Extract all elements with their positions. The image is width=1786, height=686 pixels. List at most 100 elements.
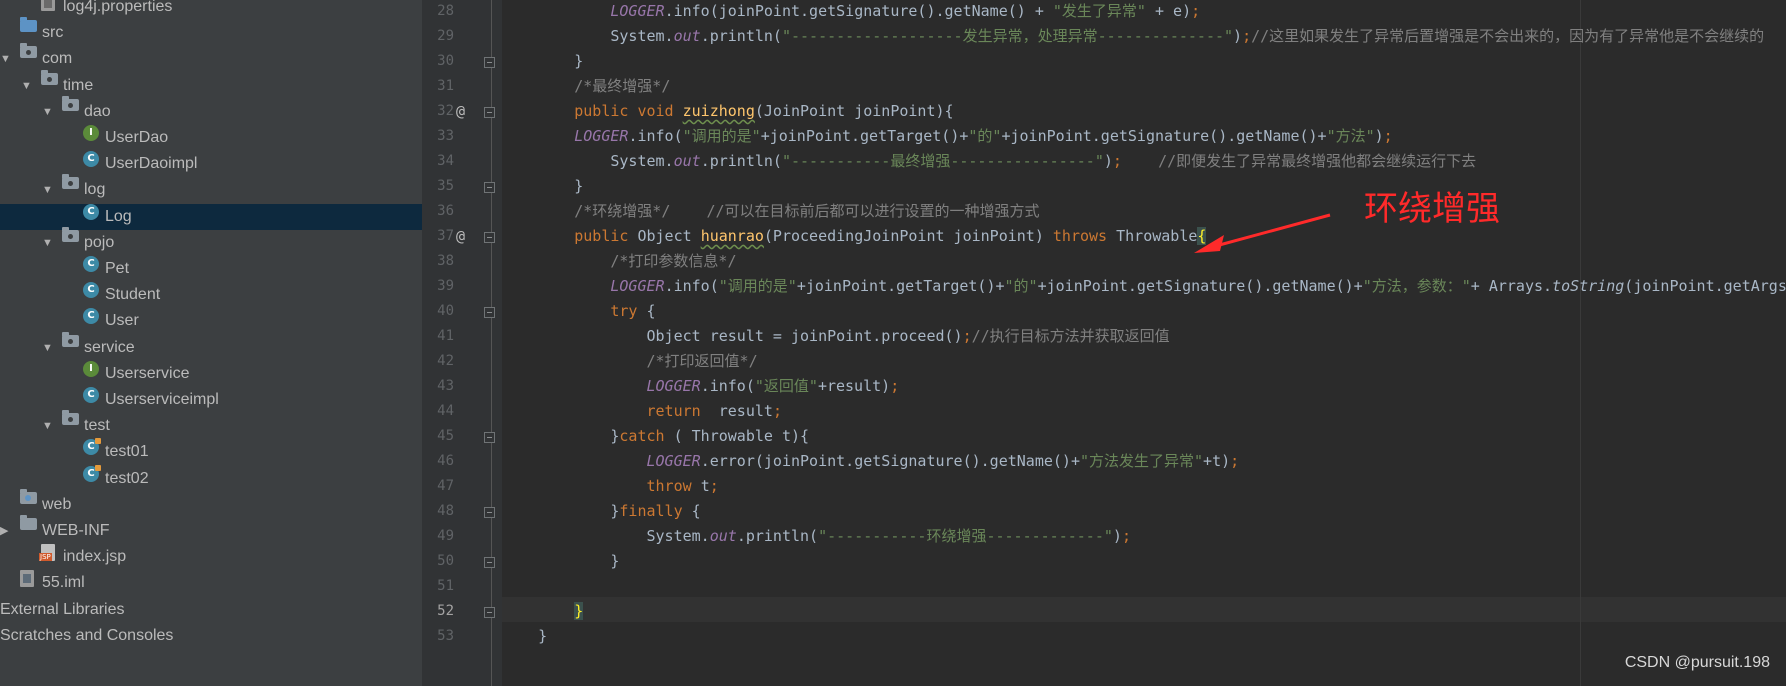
tree-item-55-iml[interactable]: 55.iml: [0, 570, 422, 596]
expand-arrow-icon[interactable]: ▼: [42, 413, 53, 439]
line-number: 44: [437, 403, 454, 419]
tree-item-label: time: [63, 76, 94, 94]
tree-item-src[interactable]: src: [0, 17, 422, 46]
code-line[interactable]: System.out.println("-----------环绕增强-----…: [502, 524, 1130, 549]
tree-item-label: External Libraries: [0, 600, 125, 618]
expand-arrow-icon[interactable]: ▼: [42, 335, 53, 361]
code-token: .info(: [628, 127, 683, 145]
code-token: LOGGER: [502, 377, 701, 395]
code-line[interactable]: System.out.println("-------------------发…: [502, 24, 1764, 49]
line-number: 39: [437, 278, 454, 294]
tree-item-user[interactable]: C User: [0, 308, 422, 334]
tree-item-pojo[interactable]: ▼ pojo: [0, 226, 422, 256]
code-line[interactable]: LOGGER.info("调用的是"+joinPoint.getTarget()…: [502, 274, 1786, 299]
code-line[interactable]: LOGGER.info(joinPoint.getSignature().get…: [502, 0, 1200, 24]
tree-item-scratches-and-consoles[interactable]: Scratches and Consoles: [0, 623, 422, 649]
code-token: ;: [1112, 152, 1122, 170]
annotation-marker-icon[interactable]: @: [456, 99, 465, 124]
code-token: finally: [619, 502, 692, 520]
code-token: }: [502, 427, 620, 445]
code-line[interactable]: }: [502, 174, 583, 199]
tree-item-userserviceimpl[interactable]: C Userserviceimpl: [0, 387, 422, 413]
fold-marker-icon[interactable]: [484, 607, 495, 618]
code-line[interactable]: }finally {: [502, 499, 700, 524]
watermark: CSDN @pursuit.198: [1624, 654, 1770, 671]
tree-item-student[interactable]: C Student: [0, 282, 422, 308]
code-line[interactable]: }: [502, 624, 547, 649]
fold-marker-icon[interactable]: [484, 507, 495, 518]
gutter-separator: [491, 0, 492, 686]
tree-item-log[interactable]: ▼ log: [0, 174, 422, 203]
code-line[interactable]: }: [502, 599, 584, 624]
code-token: ): [1103, 152, 1113, 170]
tree-item-pet[interactable]: C Pet: [0, 256, 422, 282]
tree-item-userservice[interactable]: I Userservice: [0, 360, 422, 387]
line-number: 32: [437, 103, 454, 119]
fold-marker-icon[interactable]: [484, 307, 495, 318]
expand-arrow-icon[interactable]: ▼: [42, 177, 53, 203]
collapse-arrow-icon[interactable]: ▶: [0, 518, 8, 544]
code-token: throws: [1052, 227, 1117, 245]
code-line[interactable]: }: [502, 549, 619, 574]
code-line[interactable]: LOGGER.info("返回值"+result);: [502, 374, 899, 399]
tree-item-label: Scratches and Consoles: [0, 626, 174, 644]
tree-item-dao[interactable]: ▼ dao: [0, 95, 422, 125]
fold-marker-icon[interactable]: [484, 182, 495, 193]
code-line[interactable]: return result;: [502, 399, 781, 424]
tree-item-time[interactable]: ▼ time: [0, 69, 422, 99]
tree-item-log[interactable]: C Log: [0, 203, 422, 230]
tree-item-service[interactable]: ▼ service: [0, 331, 422, 361]
expand-arrow-icon[interactable]: ▼: [42, 230, 53, 256]
fold-marker-icon[interactable]: [484, 557, 495, 568]
code-line[interactable]: LOGGER.info("调用的是"+joinPoint.getTarget()…: [502, 124, 1392, 149]
code-token: }: [502, 502, 620, 520]
code-line[interactable]: }catch ( Throwable t){: [502, 424, 809, 449]
code-line[interactable]: LOGGER.error(joinPoint.getSignature().ge…: [502, 449, 1239, 474]
code-line[interactable]: try {: [502, 299, 655, 324]
code-token: /*打印返回值*/: [502, 352, 758, 370]
code-line[interactable]: /*打印返回值*/: [502, 349, 758, 374]
fold-marker-icon[interactable]: [484, 432, 495, 443]
code-line[interactable]: public Object huanrao(ProceedingJoinPoin…: [502, 224, 1207, 249]
annotation-marker-icon[interactable]: @: [456, 224, 465, 249]
code-line[interactable]: Object result = joinPoint.proceed();//执行…: [502, 324, 1169, 349]
tree-item-index-jsp[interactable]: index.jsp: [0, 544, 422, 570]
code-token: }: [502, 177, 584, 195]
fold-marker-icon[interactable]: [484, 107, 495, 118]
expand-arrow-icon[interactable]: ▼: [0, 46, 11, 72]
tree-item-test01[interactable]: Ctest01: [0, 438, 422, 465]
tree-item-test02[interactable]: Ctest02: [0, 464, 422, 492]
iml-file-icon: [20, 570, 34, 588]
tree-item-external-libraries[interactable]: External Libraries: [0, 597, 422, 623]
tree-item-userdao[interactable]: I UserDao: [0, 125, 422, 151]
tree-item-web[interactable]: web: [0, 488, 422, 518]
tree-item-test[interactable]: ▼ test: [0, 410, 422, 439]
tree-item-label: test02: [105, 469, 149, 487]
tree-item-userdaoimpl[interactable]: C UserDaoimpl: [0, 151, 422, 177]
code-editor[interactable]: LOGGER.info(joinPoint.getSignature().get…: [502, 0, 1786, 686]
code-line[interactable]: /*最终增强*/: [502, 74, 670, 99]
fold-marker-icon[interactable]: [484, 232, 495, 243]
package-folder-icon: [20, 43, 37, 59]
code-line[interactable]: System.out.println("-----------最终增强-----…: [502, 149, 1476, 174]
expand-arrow-icon[interactable]: ▼: [21, 73, 32, 99]
code-line[interactable]: public void zuizhong(JoinPoint joinPoint…: [502, 99, 953, 124]
code-token: zuizhong: [682, 102, 755, 120]
code-line[interactable]: /*环绕增强*/ //可以在目标前后都可以进行设置的一种增强方式: [502, 199, 1039, 224]
code-line[interactable]: }: [502, 49, 583, 74]
tree-item-log4j-properties[interactable]: log4j.properties: [0, 0, 422, 20]
code-token: try: [502, 302, 647, 320]
fold-marker-icon[interactable]: [484, 57, 495, 68]
tree-item-web-inf[interactable]: ▶ WEB-INF: [0, 515, 422, 544]
package-folder-icon: [62, 174, 79, 190]
code-token: "方法，参数：": [1362, 277, 1471, 295]
code-line[interactable]: throw t;: [502, 474, 718, 499]
tree-item-com[interactable]: ▼ com: [0, 43, 422, 72]
jsp-file-icon: [39, 544, 55, 562]
test-class-icon: C: [83, 464, 101, 482]
expand-arrow-icon[interactable]: ▼: [42, 99, 53, 125]
code-line[interactable]: /*打印参数信息*/: [502, 249, 736, 274]
line-number: 50: [437, 553, 454, 569]
tree-item-label: WEB-INF: [42, 522, 110, 539]
